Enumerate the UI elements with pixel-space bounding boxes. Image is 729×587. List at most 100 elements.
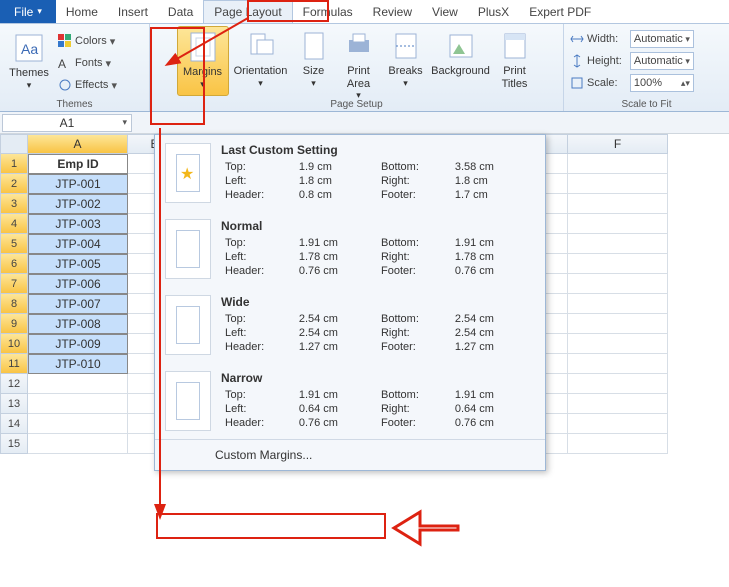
cell[interactable] bbox=[568, 154, 668, 174]
option-title: Last Custom Setting bbox=[221, 143, 535, 157]
cell[interactable] bbox=[568, 354, 668, 374]
fonts-button[interactable]: A Fonts▾ bbox=[56, 52, 119, 74]
tab-expert-pdf[interactable]: Expert PDF bbox=[519, 0, 601, 23]
tab-data[interactable]: Data bbox=[158, 0, 203, 23]
cell[interactable]: JTP-010 bbox=[28, 354, 128, 374]
breaks-button[interactable]: Breaks ▾ bbox=[383, 26, 429, 96]
size-icon bbox=[298, 30, 330, 62]
cell[interactable] bbox=[568, 294, 668, 314]
print-area-icon bbox=[343, 30, 375, 62]
cell[interactable]: JTP-004 bbox=[28, 234, 128, 254]
cell[interactable] bbox=[568, 314, 668, 334]
svg-text:Aa: Aa bbox=[21, 41, 38, 57]
cell[interactable] bbox=[568, 254, 668, 274]
margins-icon bbox=[187, 31, 219, 63]
scale-input[interactable]: 100%▴▾ bbox=[630, 74, 694, 92]
cell[interactable] bbox=[28, 374, 128, 394]
print-titles-icon bbox=[499, 30, 531, 62]
cell[interactable]: JTP-006 bbox=[28, 274, 128, 294]
cell[interactable] bbox=[568, 234, 668, 254]
tab-home[interactable]: Home bbox=[56, 0, 108, 23]
tab-review[interactable]: Review bbox=[363, 0, 422, 23]
annotation-box-custom bbox=[156, 513, 386, 539]
chevron-down-icon: ▾ bbox=[685, 34, 690, 45]
row-header[interactable]: 10 bbox=[0, 334, 28, 354]
margins-thumb-icon bbox=[165, 143, 211, 203]
row-header[interactable]: 2 bbox=[0, 174, 28, 194]
margins-option[interactable]: WideTop:2.54 cmBottom:2.54 cmLeft:2.54 c… bbox=[155, 287, 545, 363]
cell[interactable] bbox=[568, 414, 668, 434]
cell[interactable]: JTP-007 bbox=[28, 294, 128, 314]
row-header[interactable]: 6 bbox=[0, 254, 28, 274]
row-header[interactable]: 1 bbox=[0, 154, 28, 174]
cell[interactable]: JTP-008 bbox=[28, 314, 128, 334]
cell[interactable] bbox=[28, 414, 128, 434]
colors-button[interactable]: Colors▾ bbox=[56, 30, 119, 52]
chevron-down-icon: ▾ bbox=[27, 80, 32, 90]
tab-insert[interactable]: Insert bbox=[108, 0, 158, 23]
tab-view[interactable]: View bbox=[422, 0, 468, 23]
row-header[interactable]: 14 bbox=[0, 414, 28, 434]
cell[interactable] bbox=[568, 374, 668, 394]
margins-option[interactable]: Last Custom SettingTop:1.9 cmBottom:3.58… bbox=[155, 135, 545, 211]
group-page-setup: Margins ▾ Orientation ▾ Size ▾ Print Are… bbox=[150, 24, 564, 111]
cell[interactable] bbox=[568, 434, 668, 454]
row-header[interactable]: 12 bbox=[0, 374, 28, 394]
file-tab[interactable]: File ▾ bbox=[0, 0, 56, 23]
group-label: Themes bbox=[4, 98, 145, 111]
width-row: Width: bbox=[568, 28, 624, 50]
cell[interactable] bbox=[28, 434, 128, 454]
row-header[interactable]: 9 bbox=[0, 314, 28, 334]
cell[interactable] bbox=[568, 174, 668, 194]
tab-formulas[interactable]: Formulas bbox=[293, 0, 363, 23]
height-icon bbox=[570, 54, 584, 68]
row-header[interactable]: 13 bbox=[0, 394, 28, 414]
row-header[interactable]: 15 bbox=[0, 434, 28, 454]
row-header[interactable]: 3 bbox=[0, 194, 28, 214]
fonts-icon: A bbox=[58, 56, 72, 70]
height-select[interactable]: Automatic▾ bbox=[630, 52, 694, 70]
svg-text:A: A bbox=[58, 57, 66, 70]
row-header[interactable]: 11 bbox=[0, 354, 28, 374]
effects-button[interactable]: Effects▾ bbox=[56, 74, 119, 96]
row-header[interactable]: 7 bbox=[0, 274, 28, 294]
cell[interactable]: JTP-003 bbox=[28, 214, 128, 234]
cell[interactable] bbox=[568, 274, 668, 294]
option-title: Narrow bbox=[221, 371, 535, 385]
cell[interactable] bbox=[568, 194, 668, 214]
cell[interactable]: JTP-005 bbox=[28, 254, 128, 274]
cell[interactable]: Emp ID bbox=[28, 154, 128, 174]
cell[interactable] bbox=[28, 394, 128, 414]
option-title: Normal bbox=[221, 219, 535, 233]
col-header-F[interactable]: F bbox=[568, 134, 668, 154]
width-select[interactable]: Automatic▾ bbox=[630, 30, 694, 48]
cell[interactable] bbox=[568, 394, 668, 414]
group-themes: Aa Themes ▾ Colors▾ A Fonts▾ Effects▾ bbox=[0, 24, 150, 111]
cell[interactable]: JTP-001 bbox=[28, 174, 128, 194]
name-box[interactable]: A1 ▾ bbox=[2, 114, 132, 132]
height-row: Height: bbox=[568, 50, 624, 72]
tab-page-layout[interactable]: Page Layout bbox=[203, 0, 292, 23]
margins-option[interactable]: NormalTop:1.91 cmBottom:1.91 cmLeft:1.78… bbox=[155, 211, 545, 287]
margins-button[interactable]: Margins ▾ bbox=[177, 26, 229, 96]
row-header[interactable]: 4 bbox=[0, 214, 28, 234]
orientation-button[interactable]: Orientation ▾ bbox=[229, 26, 293, 96]
tab-plusx[interactable]: PlusX bbox=[468, 0, 519, 23]
custom-margins-item[interactable]: Custom Margins... bbox=[155, 439, 545, 470]
effects-icon bbox=[58, 78, 72, 92]
margins-option[interactable]: NarrowTop:1.91 cmBottom:1.91 cmLeft:0.64… bbox=[155, 363, 545, 439]
select-all-corner[interactable] bbox=[0, 134, 28, 154]
cell[interactable] bbox=[568, 334, 668, 354]
cell[interactable] bbox=[568, 214, 668, 234]
background-button[interactable]: Background bbox=[429, 26, 493, 96]
row-header[interactable]: 8 bbox=[0, 294, 28, 314]
col-header-A[interactable]: A bbox=[28, 134, 128, 154]
print-area-button[interactable]: Print Area ▾ bbox=[335, 26, 383, 96]
themes-button[interactable]: Aa Themes ▾ bbox=[6, 28, 52, 98]
row-header[interactable]: 5 bbox=[0, 234, 28, 254]
size-button[interactable]: Size ▾ bbox=[293, 26, 335, 96]
chevron-down-icon: ▾ bbox=[122, 117, 127, 128]
cell[interactable]: JTP-009 bbox=[28, 334, 128, 354]
cell[interactable]: JTP-002 bbox=[28, 194, 128, 214]
print-titles-button[interactable]: Print Titles bbox=[493, 26, 537, 96]
